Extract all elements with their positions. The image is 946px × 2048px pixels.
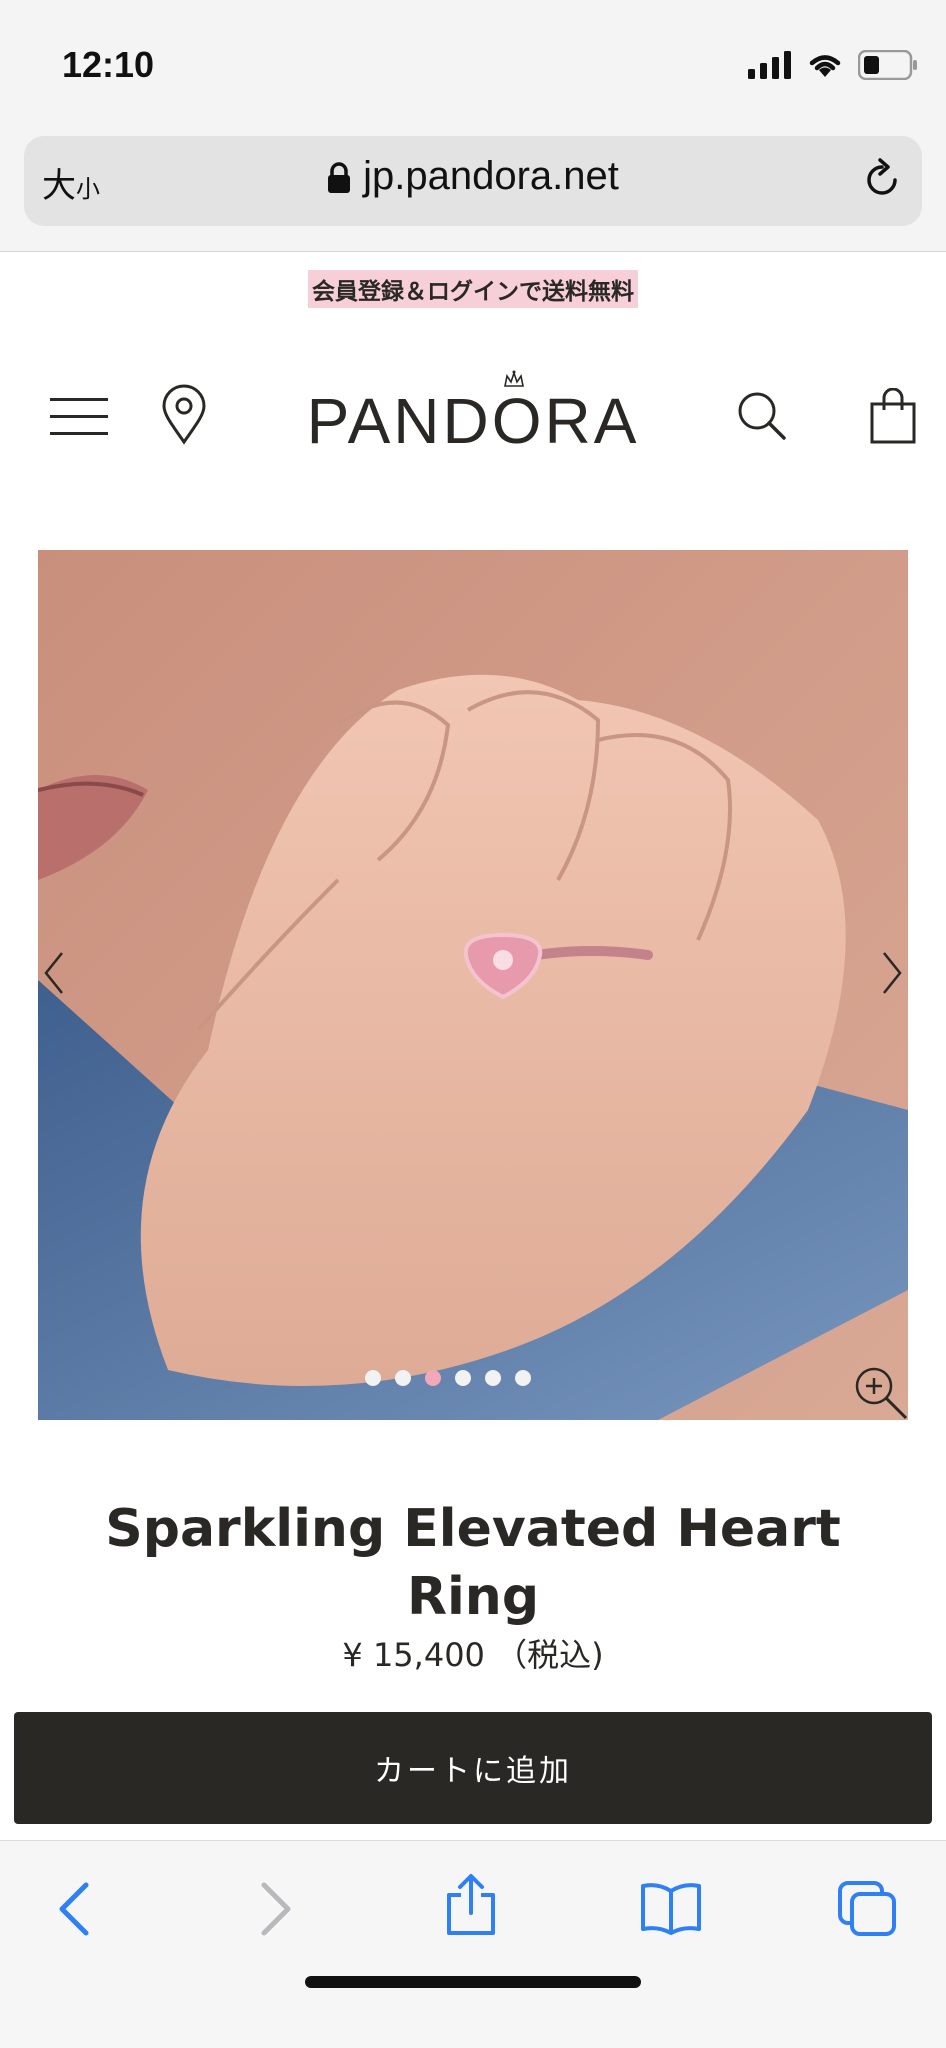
lock-icon xyxy=(328,162,351,194)
wifi-icon xyxy=(809,55,841,77)
status-bar: 12:10 xyxy=(0,0,946,130)
zoom-in-icon[interactable] xyxy=(852,1364,908,1420)
hamburger-menu-icon[interactable] xyxy=(50,398,108,438)
signal-icon xyxy=(748,51,791,79)
promo-text[interactable]: 会員登録＆ログインで送料無料 xyxy=(308,270,638,308)
url-text: jp.pandora.net xyxy=(363,154,619,198)
next-image-arrow-icon[interactable] xyxy=(880,950,904,996)
add-to-cart-button[interactable]: カートに追加 xyxy=(14,1712,932,1824)
status-time: 12:10 xyxy=(62,44,155,85)
browser-toolbar xyxy=(0,1840,946,2048)
previous-image-arrow-icon[interactable] xyxy=(42,950,66,996)
home-indicator[interactable] xyxy=(305,1976,641,1988)
site-header: PANDORA xyxy=(0,370,946,470)
url-display[interactable]: jp.pandora.net xyxy=(24,154,922,199)
pandora-logo[interactable]: PANDORA xyxy=(300,384,646,458)
browser-address-area: 大小 jp.pandora.net xyxy=(0,112,946,252)
product-title: Sparkling Elevated Heart Ring xyxy=(105,1499,841,1627)
gallery-dot[interactable] xyxy=(455,1370,471,1386)
back-icon[interactable] xyxy=(56,1881,92,1937)
store-locator-icon[interactable] xyxy=(160,384,208,446)
product-photo xyxy=(38,550,908,1420)
status-icons xyxy=(748,50,918,80)
address-bar[interactable]: 大小 jp.pandora.net xyxy=(24,136,922,226)
gallery-dot[interactable] xyxy=(485,1370,501,1386)
gallery-dot[interactable] xyxy=(365,1370,381,1386)
forward-icon[interactable] xyxy=(258,1881,294,1937)
battery-icon xyxy=(858,50,917,80)
product-price: ¥ 15,400 （税込) xyxy=(342,1636,604,1674)
share-icon[interactable] xyxy=(444,1873,498,1937)
reload-icon[interactable] xyxy=(860,158,904,202)
gallery-dot[interactable] xyxy=(515,1370,531,1386)
promo-banner[interactable]: 会員登録＆ログインで送料無料 xyxy=(0,270,946,308)
shopping-bag-icon[interactable] xyxy=(870,388,916,444)
bookmarks-icon[interactable] xyxy=(640,1881,702,1935)
product-image-gallery[interactable] xyxy=(38,550,908,1420)
tabs-icon[interactable] xyxy=(838,1881,898,1937)
search-icon[interactable] xyxy=(736,390,788,442)
gallery-dot-active[interactable] xyxy=(425,1370,441,1386)
gallery-dot[interactable] xyxy=(395,1370,411,1386)
gallery-pagination-dots xyxy=(38,1370,908,1386)
